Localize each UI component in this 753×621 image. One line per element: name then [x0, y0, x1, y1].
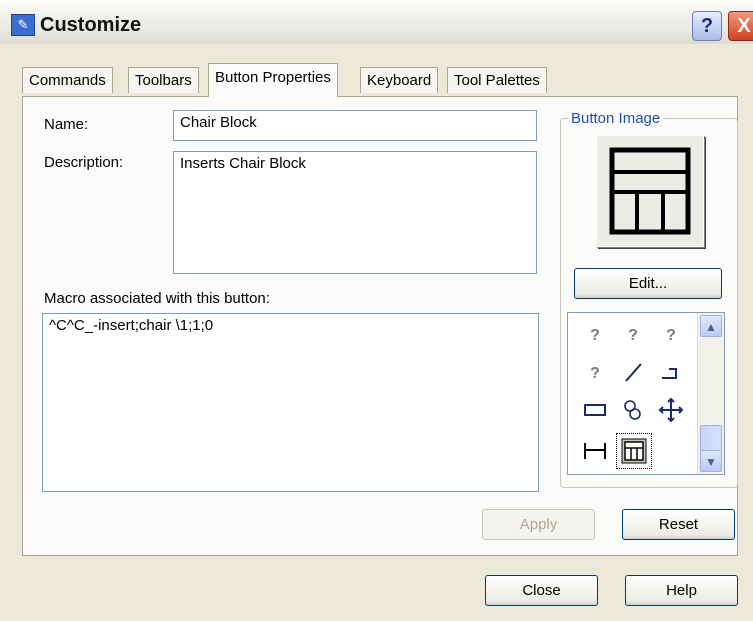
name-field[interactable]: Chair Block [173, 110, 537, 141]
title-help-button[interactable]: ? [692, 11, 722, 41]
dimension-icon[interactable] [580, 435, 610, 465]
polyline-icon[interactable] [656, 357, 686, 387]
name-label: Name: [44, 116, 89, 133]
chair-block-preview-icon [609, 147, 691, 235]
button-image-preview [596, 135, 704, 247]
help-button[interactable]: Help [625, 575, 738, 606]
close-button[interactable]: Close [485, 575, 598, 606]
description-field[interactable]: Inserts Chair Block [173, 151, 537, 274]
window-title: Customize [40, 14, 142, 36]
customize-dialog: ✎ Customize ? X Commands Toolbars Button… [0, 0, 753, 621]
title-close-button[interactable]: X [728, 11, 753, 41]
chair-block-icon[interactable] [616, 433, 652, 469]
tab-toolbars[interactable]: Toolbars [128, 67, 199, 93]
app-icon: ✎ [11, 14, 35, 36]
title-bar: ✎ Customize ? X [0, 0, 753, 44]
move-icon[interactable] [656, 395, 686, 425]
tab-button-properties[interactable]: Button Properties [208, 63, 338, 97]
revcloud-icon[interactable] [618, 395, 648, 425]
button-image-title: Button Image [568, 110, 664, 127]
tab-keyboard[interactable]: Keyboard [360, 67, 439, 93]
scroll-thumb[interactable] [700, 425, 722, 451]
apply-button[interactable]: Apply [482, 509, 595, 540]
help-icon[interactable]: ? [580, 319, 610, 349]
tab-tool-palettes[interactable]: Tool Palettes [447, 67, 547, 93]
macro-label: Macro associated with this button: [44, 290, 270, 307]
palette-scrollbar[interactable]: ▲ ▼ [697, 313, 724, 474]
help-icon[interactable]: ? [656, 319, 686, 349]
help-icon[interactable]: ? [580, 357, 610, 387]
scroll-down-icon[interactable]: ▼ [700, 450, 722, 472]
line-icon[interactable] [618, 357, 648, 387]
rectangle-icon[interactable] [580, 395, 610, 425]
help-icon[interactable]: ? [618, 319, 648, 349]
description-label: Description: [44, 154, 124, 171]
macro-field[interactable]: ^C^C_-insert;chair \1;1;0 [42, 313, 539, 492]
tab-commands[interactable]: Commands [22, 67, 113, 93]
edit-button[interactable]: Edit... [574, 268, 722, 299]
scroll-up-icon[interactable]: ▲ [700, 315, 722, 337]
reset-button[interactable]: Reset [622, 509, 735, 540]
